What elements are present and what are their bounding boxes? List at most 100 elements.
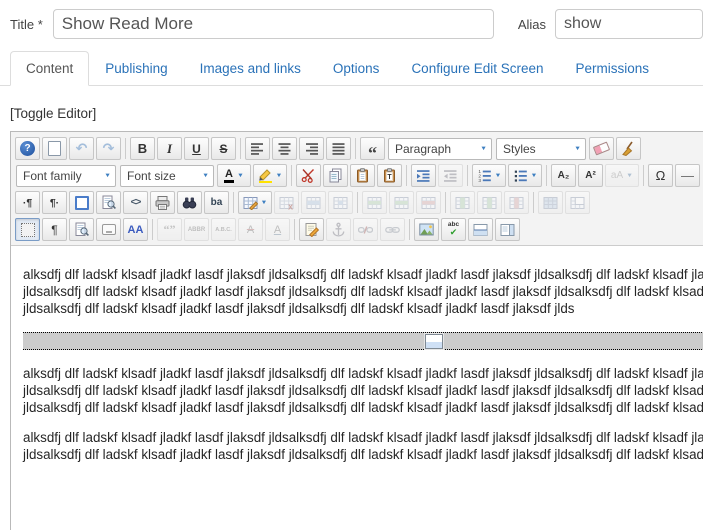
copy-icon[interactable] <box>323 164 348 187</box>
source-code-icon[interactable]: <> <box>123 191 148 214</box>
toolbar-separator <box>355 138 356 159</box>
readmore-button-icon[interactable] <box>468 218 493 241</box>
preview-icon[interactable] <box>96 191 121 214</box>
readmore-divider-icon <box>424 333 443 349</box>
align-justify-icon[interactable] <box>326 137 351 160</box>
abbreviation-icon: ABBR <box>184 218 209 241</box>
case-change-icon: aA ▼ <box>605 164 639 187</box>
spellcheck-icon[interactable]: abc <box>441 218 466 241</box>
align-right-icon[interactable] <box>299 137 324 160</box>
tab-content[interactable]: Content <box>10 51 90 86</box>
find-icon[interactable] <box>177 191 202 214</box>
fullscreen-icon[interactable] <box>69 191 94 214</box>
toolbar-separator <box>357 192 358 213</box>
tab-bar: Content Publishing Images and links Options… <box>0 51 703 86</box>
tab-panel-content: [Toggle Editor] ? ↶ ↷ B I U S “Paragraph ▼ Styles… <box>0 86 703 530</box>
align-left-icon[interactable] <box>245 137 270 160</box>
alias-input[interactable] <box>555 9 703 39</box>
styles-select[interactable]: Styles ▼ <box>496 137 586 160</box>
toolbar-separator <box>125 138 126 159</box>
underline-icon[interactable]: U <box>184 137 209 160</box>
text-color-icon[interactable]: A ▼ <box>217 164 251 187</box>
toolbar-separator <box>409 219 410 240</box>
toolbar-separator <box>294 219 295 240</box>
font-case-icon[interactable]: AA <box>123 218 148 241</box>
pagebreak-button-icon[interactable] <box>495 218 520 241</box>
paste-icon[interactable] <box>350 164 375 187</box>
unlink-icon <box>353 218 378 241</box>
horizontal-rule-icon[interactable]: — <box>675 164 700 187</box>
toggle-editor-button[interactable]: [Toggle Editor] <box>10 106 96 121</box>
insert-column-after-icon <box>477 191 502 214</box>
alias-label: Alias <box>517 16 546 32</box>
image-icon[interactable] <box>414 218 439 241</box>
insert-table-icon[interactable]: ▼ <box>238 191 272 214</box>
font-family-select[interactable]: Font family ▼ <box>16 164 116 187</box>
inserted-text-icon: A <box>265 218 290 241</box>
visual-aid-icon[interactable] <box>15 218 40 241</box>
numbered-list-icon[interactable]: 1 2 3 ▼ <box>472 164 506 187</box>
print-icon[interactable] <box>150 191 175 214</box>
editor-body[interactable]: alksdfj dlf ladskf klsadf jladkf lasdf j… <box>11 246 703 530</box>
cleanup-icon[interactable] <box>616 137 641 160</box>
insert-column-before-icon <box>450 191 475 214</box>
insert-row-before-icon <box>362 191 387 214</box>
delete-row-icon <box>416 191 441 214</box>
title-label: Title * <box>10 16 43 32</box>
remove-format-icon[interactable] <box>589 137 614 160</box>
font-size-select[interactable]: Font size ▼ <box>120 164 214 187</box>
tab-permissions[interactable]: Permissions <box>560 51 666 86</box>
tab-images-and-links[interactable]: Images and links <box>184 51 317 86</box>
bold-icon[interactable]: B <box>130 137 155 160</box>
find-replace-icon[interactable]: ba <box>204 191 229 214</box>
toolbar-separator <box>467 165 468 186</box>
paragraph-format-select[interactable]: Paragraph ▼ <box>388 137 492 160</box>
redo-icon[interactable]: ↷ <box>96 137 121 160</box>
wysiwyg-editor: ? ↶ ↷ B I U S “Paragraph ▼ Styles ▼ Font family ▼ Fon… <box>10 131 703 530</box>
acronym-icon: A.B.C. <box>211 218 236 241</box>
editor-paragraph: alksdfj dlf ladskf klsadf jladkf lasdf j… <box>23 366 703 415</box>
cut-icon[interactable] <box>296 164 321 187</box>
toolbar-separator <box>240 138 241 159</box>
readmore-divider[interactable] <box>23 332 703 350</box>
title-input[interactable] <box>52 9 494 39</box>
delete-table-icon: x <box>274 191 299 214</box>
style-preview-icon[interactable] <box>69 218 94 241</box>
svg-text:x: x <box>288 202 293 211</box>
show-blocks-icon[interactable]: ¶ <box>42 218 67 241</box>
subscript-icon[interactable]: A₂ <box>551 164 576 187</box>
toolbar-separator <box>152 219 153 240</box>
paste-as-text-icon[interactable]: T <box>377 164 402 187</box>
undo-icon[interactable]: ↶ <box>69 137 94 160</box>
split-cells-icon <box>538 191 563 214</box>
editor-paragraph: alksdfj dlf ladskf klsadf jladkf lasdf j… <box>23 267 703 316</box>
visual-chars-rtl-icon[interactable]: ¶· <box>42 191 67 214</box>
link-icon <box>380 218 405 241</box>
special-character-icon[interactable]: Ω <box>648 164 673 187</box>
editor-paragraph: alksdfj dlf ladskf klsadf jladkf lasdf j… <box>23 430 703 462</box>
new-document-icon[interactable] <box>42 137 67 160</box>
button-element-icon[interactable] <box>96 218 121 241</box>
tab-options[interactable]: Options <box>317 51 396 86</box>
strikethrough-icon[interactable]: S <box>211 137 236 160</box>
visual-chars-icon[interactable]: ·¶ <box>15 191 40 214</box>
help-icon[interactable]: ? <box>15 137 40 160</box>
indent-icon[interactable] <box>411 164 436 187</box>
attributes-icon[interactable] <box>299 218 324 241</box>
toolbar-separator <box>291 165 292 186</box>
highlight-color-icon[interactable]: ▼ <box>253 164 287 187</box>
italic-icon[interactable]: I <box>157 137 182 160</box>
blockquote-icon[interactable]: “ <box>360 137 385 160</box>
deleted-text-icon: A <box>238 218 263 241</box>
insert-row-after-icon <box>389 191 414 214</box>
align-center-icon[interactable] <box>272 137 297 160</box>
bullet-list-icon[interactable]: ▼ <box>508 164 542 187</box>
tab-configure-edit-screen[interactable]: Configure Edit Screen <box>395 51 559 86</box>
tab-publishing[interactable]: Publishing <box>89 51 183 86</box>
svg-text:T: T <box>387 174 392 181</box>
superscript-icon[interactable]: A² <box>578 164 603 187</box>
svg-text:3: 3 <box>478 178 481 183</box>
article-header: Title * Alias <box>0 0 703 43</box>
table-row-properties-icon <box>301 191 326 214</box>
delete-column-icon <box>504 191 529 214</box>
